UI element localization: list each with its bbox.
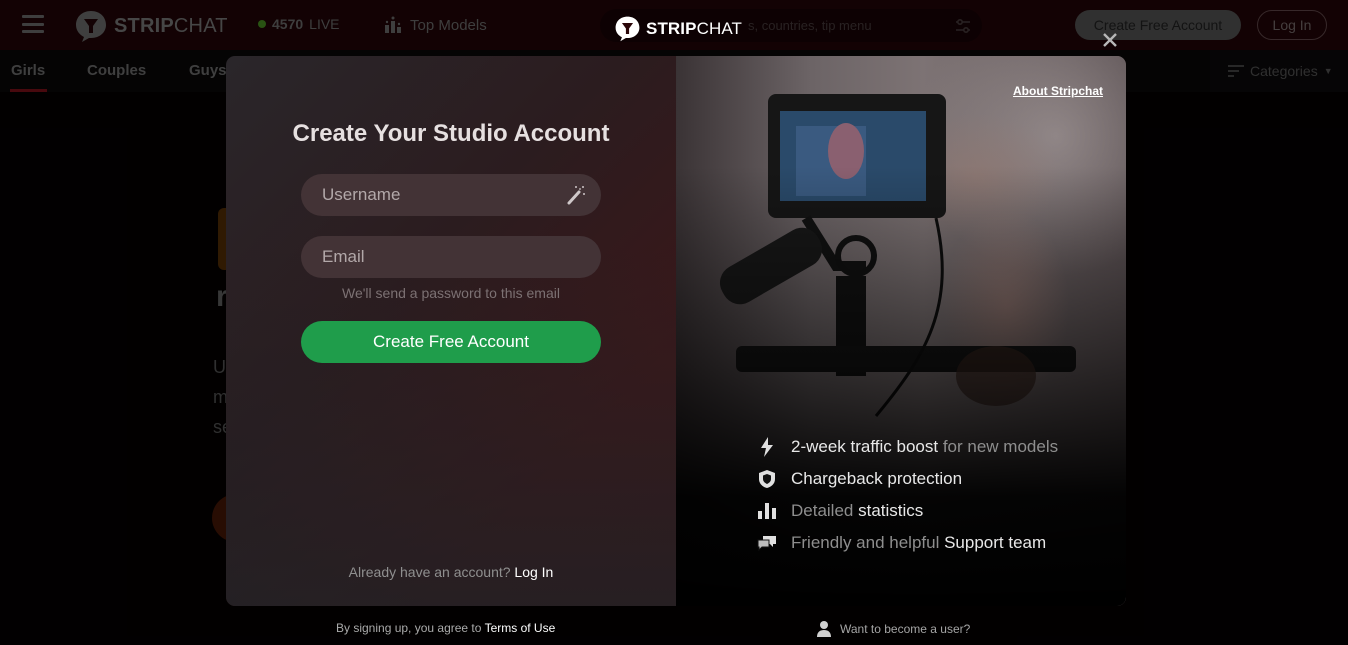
email-input[interactable] bbox=[301, 236, 601, 278]
chat-bubbles-icon bbox=[756, 532, 778, 554]
become-user-text: Want to become a user? bbox=[840, 621, 971, 636]
promo-panel: About Stripchat 2-week traffic boost for… bbox=[676, 56, 1126, 606]
live-count: 4570 bbox=[272, 16, 304, 32]
categories-label: Categories bbox=[1250, 63, 1318, 79]
terms-of-use-link[interactable]: Terms of Use bbox=[485, 621, 556, 635]
feature-item: Friendly and helpful Support team bbox=[756, 527, 1058, 559]
hamburger-menu-icon[interactable] bbox=[22, 15, 44, 33]
shield-icon bbox=[756, 468, 778, 490]
hero-text-fragment-1: U bbox=[213, 357, 226, 377]
bar-chart-icon bbox=[756, 500, 778, 522]
subnav-tab-guys[interactable]: Guys bbox=[189, 62, 227, 79]
signup-form-panel: Create Your Studio Account We'll send a … bbox=[226, 56, 676, 606]
email-field[interactable] bbox=[301, 236, 601, 278]
modal-title: Create Your Studio Account bbox=[292, 120, 610, 147]
feature-text: Detailed statistics bbox=[791, 501, 924, 520]
email-hint: We'll send a password to this email bbox=[342, 285, 560, 301]
sort-lines-icon bbox=[1228, 65, 1244, 77]
chevron-down-icon: ▼ bbox=[1323, 66, 1333, 76]
live-dot-icon bbox=[258, 20, 266, 28]
feature-text: Chargeback protection bbox=[791, 469, 963, 488]
lightning-icon bbox=[756, 436, 778, 458]
stripchat-logo-icon bbox=[615, 16, 640, 42]
terms-notice: By signing up, you agree to Terms of Use bbox=[336, 621, 555, 635]
create-free-account-button[interactable]: Create Free Account bbox=[301, 321, 601, 363]
about-stripchat-link[interactable]: About Stripchat bbox=[1013, 84, 1103, 98]
top-models-label: Top Models bbox=[410, 16, 487, 34]
user-icon bbox=[817, 621, 831, 637]
filter-sliders-icon[interactable] bbox=[954, 17, 972, 35]
close-icon[interactable] bbox=[1101, 31, 1119, 49]
become-user-link[interactable]: Want to become a user? bbox=[816, 620, 970, 637]
subnav-tab-couples[interactable]: Couples bbox=[87, 62, 146, 79]
already-have-account: Already have an account? Log In bbox=[226, 564, 676, 580]
feature-text: Friendly and helpful Support team bbox=[791, 533, 1047, 552]
podium-icon bbox=[385, 16, 401, 33]
terms-text: By signing up, you agree to bbox=[336, 621, 482, 635]
background-logo[interactable]: STRIPCHAT bbox=[74, 9, 228, 43]
brand-text: STRIPCHAT bbox=[646, 18, 742, 38]
magic-wand-icon[interactable] bbox=[565, 184, 587, 206]
stripchat-logo-icon bbox=[76, 11, 106, 42]
header-create-account-button[interactable]: Create Free Account bbox=[1075, 10, 1241, 40]
studio-signup-modal: Create Your Studio Account We'll send a … bbox=[226, 56, 1126, 606]
username-field[interactable] bbox=[301, 174, 601, 216]
login-link[interactable]: Log In bbox=[514, 564, 553, 580]
stripchat-brand: STRIPCHAT bbox=[614, 15, 742, 42]
subnav-tab-girls[interactable]: Girls bbox=[11, 62, 45, 79]
live-counter[interactable]: 4570 LIVE bbox=[258, 16, 340, 32]
search-placeholder: s, countries, tip menu bbox=[748, 18, 872, 33]
header-login-button[interactable]: Log In bbox=[1257, 10, 1327, 40]
live-label: LIVE bbox=[309, 16, 340, 32]
categories-dropdown[interactable]: Categories ▼ bbox=[1210, 50, 1348, 92]
feature-text: 2-week traffic boost for new models bbox=[791, 437, 1059, 456]
top-models-link[interactable]: Top Models bbox=[384, 16, 487, 34]
username-input[interactable] bbox=[301, 174, 601, 216]
background-logo-text: STRIPCHAT bbox=[114, 14, 228, 37]
feature-item: Detailed statistics bbox=[756, 495, 1058, 527]
feature-item: Chargeback protection bbox=[756, 463, 1058, 495]
feature-list: 2-week traffic boost for new models Char… bbox=[756, 431, 1058, 559]
feature-item: 2-week traffic boost for new models bbox=[756, 431, 1058, 463]
already-text: Already have an account? bbox=[348, 564, 511, 580]
